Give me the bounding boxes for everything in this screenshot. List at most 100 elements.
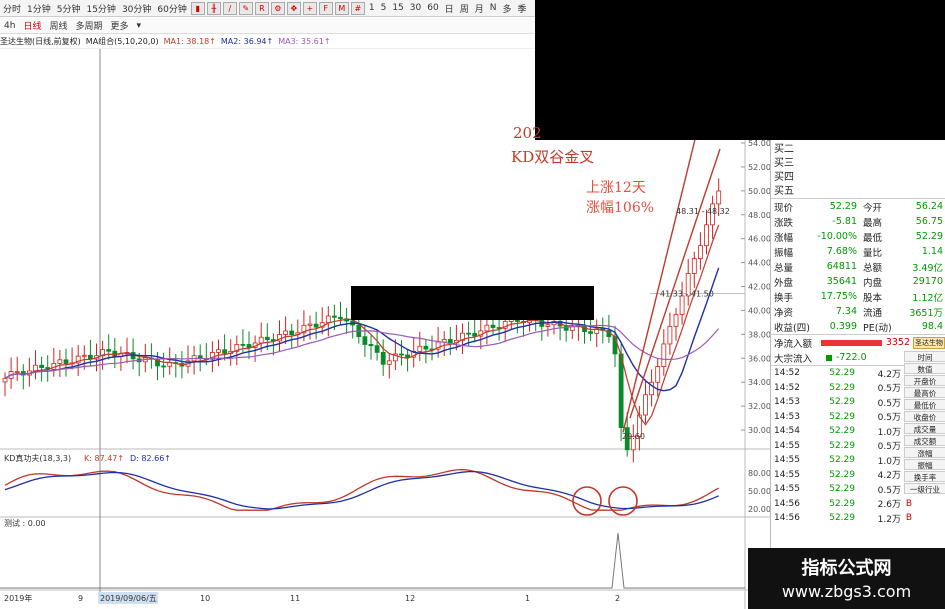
quote-label-2: 内盘: [863, 277, 883, 289]
kd-k-line: [4, 468, 720, 511]
stock-tag[interactable]: 圣达生物: [913, 336, 945, 349]
price-tick-label: 40.00: [748, 306, 770, 315]
side-button-list: 时间 数值 开盘价 最高价 最低价 收盘价 成交量 成交额 涨幅 振幅 换手率 一级行业: [904, 351, 945, 495]
candle-body: [63, 359, 69, 364]
candle-body: [673, 313, 679, 327]
side-button[interactable]: 换手率: [904, 471, 945, 482]
side-button[interactable]: 开盘价: [904, 375, 945, 386]
quote-value: 52.29: [829, 201, 857, 212]
side-button[interactable]: 成交量: [904, 423, 945, 434]
tick-p: 52.29: [829, 382, 855, 393]
quote-value: 35641: [826, 276, 857, 287]
tick-f: B: [905, 498, 913, 509]
price-tick-label: 46.00: [748, 235, 770, 244]
period-multi[interactable]: 多: [499, 1, 514, 16]
fs-icon[interactable]: F: [318, 1, 333, 15]
side-button[interactable]: 收盘价: [904, 411, 945, 422]
quote-row: 振幅 7.68% 量比 1.14: [771, 244, 945, 259]
tick-v: 0.5万: [877, 442, 901, 453]
period-30[interactable]: 30: [407, 1, 424, 16]
ma1-value: MA1: 38.18↑: [163, 37, 216, 46]
grid-icon[interactable]: #: [350, 1, 365, 15]
tool-5min[interactable]: 5分钟: [54, 1, 84, 16]
tick-v: 0.5万: [877, 398, 901, 409]
gear-icon[interactable]: ⚙: [270, 1, 285, 15]
bar-icon[interactable]: ▮: [190, 1, 205, 15]
tab-weekly[interactable]: 周线: [45, 19, 71, 32]
date-label: 11: [290, 594, 300, 603]
candle-body: [331, 315, 337, 318]
period-week[interactable]: 周: [457, 1, 472, 16]
tick-v: 1.0万: [877, 427, 901, 438]
chart-toolbar: 分时 1分钟 5分钟 15分钟 30分钟 60分钟 ▮ ╫ ∕ ✎ R ⚙ ✥ …: [0, 0, 535, 17]
annotation-kd: KD双谷金叉: [511, 148, 595, 166]
cross-icon[interactable]: +: [302, 1, 317, 15]
quote-value-2: 56.24: [915, 201, 943, 212]
tab-more[interactable]: 更多: [106, 19, 132, 32]
order-book-row: 买二: [774, 144, 794, 155]
tick-t: 14:54: [774, 426, 800, 437]
period-day[interactable]: 日: [442, 1, 457, 16]
redaction-mid: [351, 286, 594, 320]
tick-t: 14:52: [774, 368, 800, 379]
flow-value: 3352: [885, 337, 910, 348]
rsi-icon[interactable]: R: [254, 1, 269, 15]
kline-icon[interactable]: ╫: [206, 1, 221, 15]
flow-label: 大宗流入: [774, 353, 813, 365]
draw-icon[interactable]: ✎: [238, 1, 253, 15]
side-button[interactable]: 最高价: [904, 387, 945, 398]
tool-1min[interactable]: 1分钟: [24, 1, 54, 16]
quote-label: 总量: [774, 262, 794, 274]
kd-d-line: [4, 470, 719, 510]
period-15[interactable]: 15: [389, 1, 406, 16]
period-60[interactable]: 60: [424, 1, 441, 16]
price-tick-label: 32.00: [748, 402, 770, 411]
period-5[interactable]: 5: [378, 1, 390, 16]
side-button[interactable]: 振幅: [904, 459, 945, 470]
quote-label-2: 总额: [863, 262, 883, 274]
date-label: 10: [200, 594, 210, 603]
candle-body: [588, 331, 593, 334]
ma-indicator[interactable]: MA组合(5,10,20,0): [86, 36, 159, 47]
ma-icon[interactable]: M: [334, 1, 349, 15]
tab-daily[interactable]: 日线: [19, 19, 45, 32]
candle-body: [374, 345, 380, 353]
candle-body: [661, 343, 667, 368]
tool-30min[interactable]: 30分钟: [119, 1, 154, 16]
side-button[interactable]: 时间: [904, 351, 945, 362]
side-button[interactable]: 最低价: [904, 399, 945, 410]
candle-body: [240, 344, 246, 346]
watermark: 指标公式网 www.zbgs3.com: [748, 548, 945, 609]
tool-fenshi[interactable]: 分时: [0, 1, 24, 16]
quote-value-2: 3.49亿: [912, 262, 943, 274]
side-button[interactable]: 一级行业: [904, 483, 945, 494]
test-line: [0, 532, 745, 589]
kd-tick-label: 50.00: [748, 487, 770, 496]
candle-body: [39, 364, 44, 368]
tab-multi-period[interactable]: 多周期: [71, 19, 106, 32]
period-n[interactable]: N: [487, 1, 500, 16]
tool-15min[interactable]: 15分钟: [83, 1, 118, 16]
candle-body: [405, 354, 411, 358]
side-button[interactable]: 涨幅: [904, 447, 945, 458]
period-1[interactable]: 1: [366, 1, 378, 16]
tab-4h[interactable]: 4h: [0, 21, 19, 31]
tick-t: 14:55: [774, 440, 800, 451]
chevron-down-icon[interactable]: ▾: [133, 21, 146, 31]
candle-body: [698, 245, 703, 259]
period-month[interactable]: 月: [472, 1, 487, 16]
period-season[interactable]: 季: [514, 1, 529, 16]
annotation-rise-days: 上涨12天: [586, 180, 646, 196]
candle-body: [57, 359, 63, 364]
quote-row: 换手 17.75% 股本 1.12亿: [771, 289, 945, 304]
move-icon[interactable]: ✥: [286, 1, 301, 15]
side-button[interactable]: 数值: [904, 363, 945, 374]
side-button[interactable]: 成交额: [904, 435, 945, 446]
tick-v: 1.2万: [877, 514, 901, 525]
line-icon[interactable]: ∕: [222, 1, 237, 15]
quote-row: 涨跌 -5.81 最高 56.75: [771, 214, 945, 229]
quote-label-2: PE(动): [863, 322, 892, 334]
tool-60min[interactable]: 60分钟: [154, 1, 189, 16]
tick-t: 14:55: [774, 484, 800, 495]
quote-value-2: 1.14: [921, 246, 943, 257]
